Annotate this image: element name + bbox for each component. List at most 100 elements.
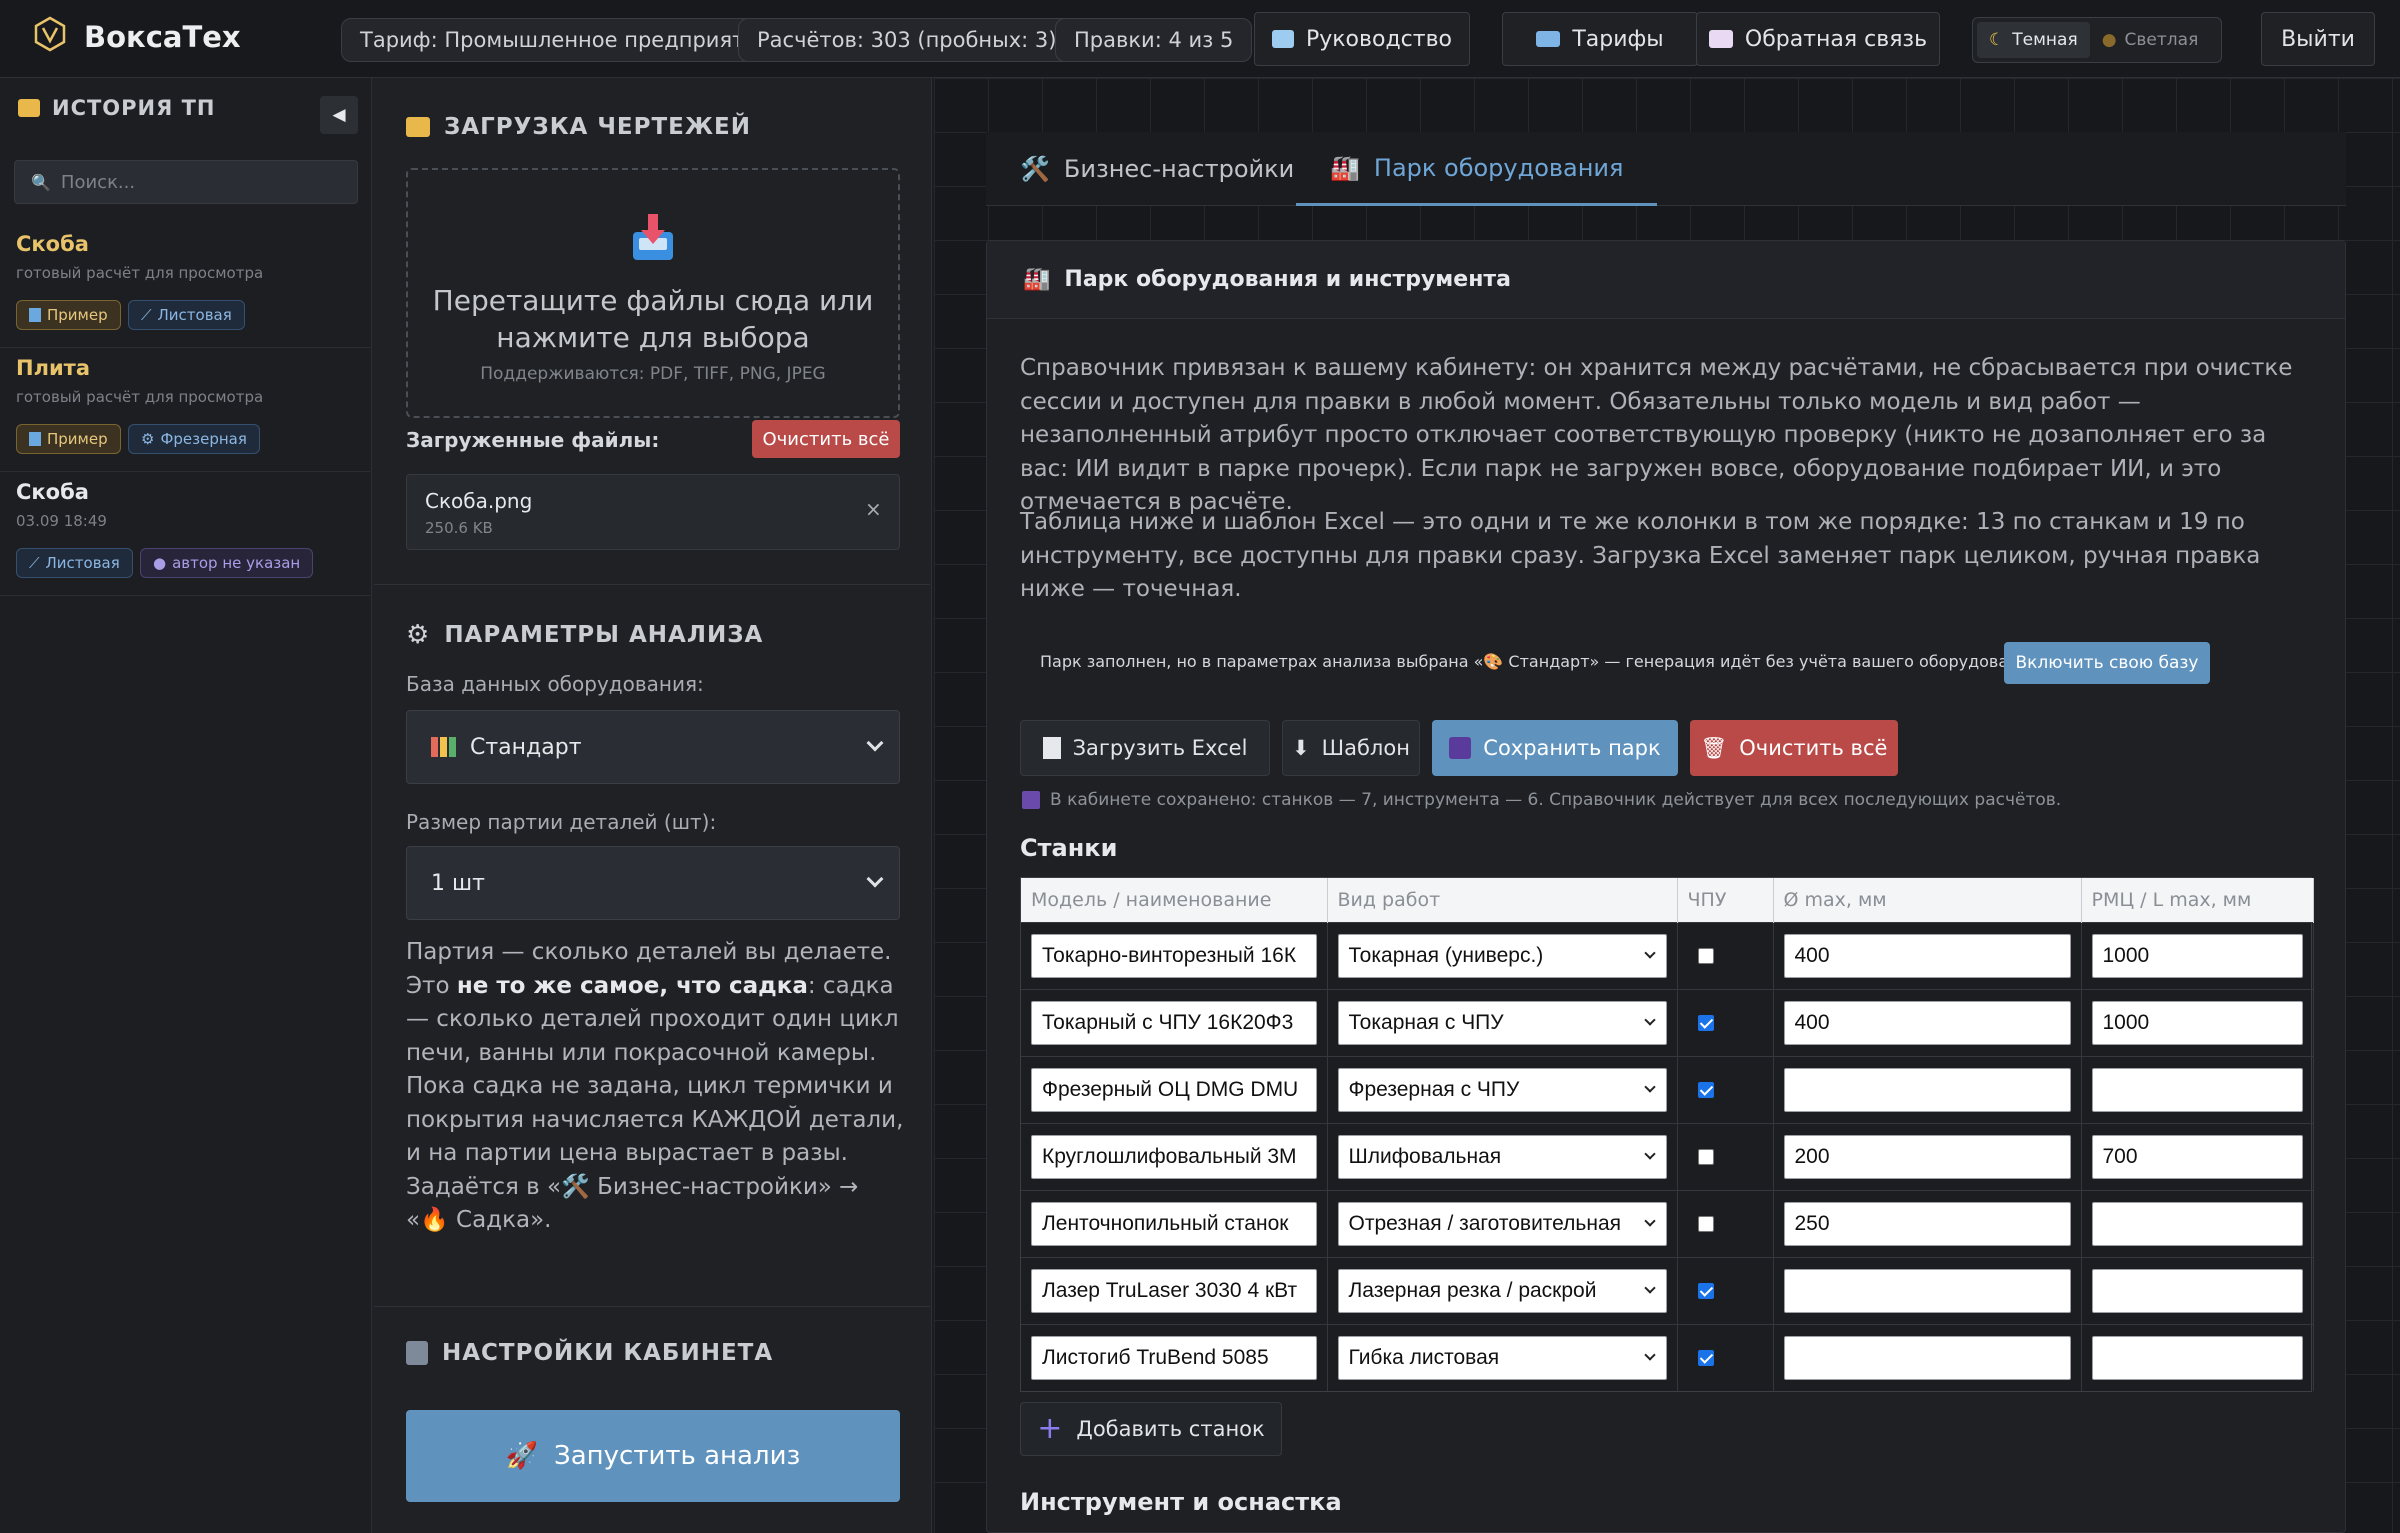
cnc-checkbox[interactable] <box>1697 947 1714 964</box>
feedback-button[interactable]: Обратная связь <box>1696 12 1940 66</box>
dmax-input[interactable] <box>1783 1335 2071 1380</box>
guide-button[interactable]: Руководство <box>1254 12 1470 66</box>
dmax-input[interactable] <box>1783 1268 2071 1313</box>
cnc-checkbox[interactable] <box>1697 1282 1714 1299</box>
clear-park-button[interactable]: 🗑 Очистить всё <box>1690 720 1898 776</box>
template-button[interactable]: ⬇ Шаблон <box>1282 720 1420 776</box>
author-tag: ● автор не указан <box>140 548 314 578</box>
chevron-down-icon <box>1643 1349 1656 1361</box>
chevron-down-icon <box>1643 1147 1656 1160</box>
work-type-select[interactable]: Лазерная резка / раскрой <box>1337 1268 1667 1313</box>
work-type-select[interactable]: Фрезерная с ЧПУ <box>1337 1067 1667 1112</box>
table-header: Модель / наименование Вид работ ЧПУ Ø ma… <box>1021 878 2314 922</box>
work-type-select[interactable]: Гибка листовая <box>1337 1335 1667 1380</box>
dropzone-text: Перетащите файлы сюда или нажмите для вы… <box>432 284 874 354</box>
col-dmax: Ø max, мм <box>1773 878 2082 922</box>
logout-button[interactable]: Выйти <box>2261 12 2375 66</box>
uploaded-file: Скоба.png 250.6 KB × <box>406 474 900 550</box>
theme-light-option[interactable]: ● Светлая <box>2090 22 2211 58</box>
chevron-down-icon <box>866 734 884 752</box>
uploaded-files-label: Загруженные файлы: <box>406 428 660 452</box>
history-item[interactable]: Скоба 03.09 18:49 ⟋ Листовая ● автор не … <box>0 472 370 596</box>
batch-label: Размер партии деталей (шт): <box>406 810 717 834</box>
model-input[interactable]: Токарно-винторезный 16К <box>1031 933 1317 978</box>
user-icon: ● <box>153 554 167 572</box>
lmax-input[interactable]: 700 <box>2091 1134 2303 1179</box>
cnc-checkbox[interactable] <box>1697 1215 1714 1232</box>
model-input[interactable]: Фрезерный ОЦ DMG DMU <box>1031 1067 1317 1112</box>
history-item-subtitle: готовый расчёт для просмотра <box>16 264 264 282</box>
tab-business-settings[interactable]: 🛠️ Бизнес-настройки <box>986 132 1328 206</box>
lmax-input[interactable] <box>2091 1335 2303 1380</box>
tariff-badge: Тариф: Промышленное предприятие <box>341 18 790 62</box>
cnc-checkbox[interactable] <box>1697 1081 1714 1098</box>
table-row: Круглошлифовальный 3М Шлифовальная 200 7… <box>1021 1122 2314 1190</box>
work-type-select[interactable]: Токарная (универс.) <box>1337 933 1667 978</box>
cnc-checkbox[interactable] <box>1697 1349 1714 1366</box>
params-section-title: ⚙ ПАРАМЕТРЫ АНАЛИЗА <box>406 620 764 650</box>
upload-section-title: ЗАГРУЗКА ЧЕРТЕЖЕЙ <box>406 114 751 140</box>
batch-help-text: Партия — сколько деталей вы делаете. Это… <box>406 939 904 1233</box>
model-input[interactable]: Ленточнопильный станок <box>1031 1201 1317 1246</box>
tab-equipment-park[interactable]: 🏭 Парк оборудования <box>1296 132 1658 206</box>
standard-db-notice: Парк заполнен, но в параметрах анализа в… <box>1040 652 2044 671</box>
tariffs-button[interactable]: Тарифы <box>1502 12 1698 66</box>
enable-own-db-button[interactable]: Включить свою базу <box>2004 642 2210 684</box>
supported-formats: Поддерживаются: PDF, TIFF, PNG, JPEG <box>480 364 826 384</box>
type-tag: ⟋ Листовая <box>16 548 133 578</box>
dmax-input[interactable]: 400 <box>1783 1000 2071 1045</box>
file-dropzone[interactable]: Перетащите файлы сюда или нажмите для вы… <box>406 168 900 418</box>
equipment-db-select[interactable]: Стандарт <box>406 710 900 784</box>
sheet-icon: ⟋ <box>29 554 40 572</box>
col-work: Вид работ <box>1327 878 1678 922</box>
model-input[interactable]: Лазер TruLaser 3030 4 кВт <box>1031 1268 1317 1313</box>
history-search-input[interactable]: 🔍 Поиск... <box>14 160 358 204</box>
lmax-input[interactable] <box>2091 1201 2303 1246</box>
lmax-input[interactable] <box>2091 1268 2303 1313</box>
work-type-select[interactable]: Шлифовальная <box>1337 1134 1667 1179</box>
table-row: Фрезерный ОЦ DMG DMU Фрезерная с ЧПУ <box>1021 1055 2314 1123</box>
floppy-icon <box>1022 791 1040 809</box>
batch-size-select[interactable]: 1 шт <box>406 846 900 920</box>
dmax-input[interactable]: 250 <box>1783 1201 2071 1246</box>
db-label: База данных оборудования: <box>406 672 704 696</box>
clear-files-button[interactable]: Очистить всё <box>752 420 900 458</box>
dmax-input[interactable] <box>1783 1067 2071 1112</box>
remove-file-icon[interactable]: × <box>865 497 882 521</box>
lmax-input[interactable]: 1000 <box>2091 1000 2303 1045</box>
dmax-input[interactable]: 200 <box>1783 1134 2071 1179</box>
model-input[interactable]: Круглошлифовальный 3М <box>1031 1134 1317 1179</box>
calcs-badge: Расчётов: 303 (пробных: 3) <box>738 18 1076 62</box>
lmax-input[interactable]: 1000 <box>2091 933 2303 978</box>
add-machine-button[interactable]: + Добавить станок <box>1020 1402 1282 1456</box>
dmax-input[interactable]: 400 <box>1783 933 2071 978</box>
work-type-select[interactable]: Отрезная / заготовительная <box>1337 1201 1667 1246</box>
work-type-select[interactable]: Токарная с ЧПУ <box>1337 1000 1667 1045</box>
model-input[interactable]: Листогиб TruBend 5085 <box>1031 1335 1317 1380</box>
file-size: 250.6 KB <box>425 519 493 537</box>
run-analysis-button[interactable]: 🚀 Запустить анализ <box>406 1410 900 1502</box>
model-input[interactable]: Токарный с ЧПУ 16К20Ф3 <box>1031 1000 1317 1045</box>
trash-icon: 🗑 <box>1700 735 1728 760</box>
search-icon: 🔍 <box>31 172 51 192</box>
sheet-icon: ⟋ <box>141 306 152 324</box>
chevron-down-icon <box>1643 946 1656 959</box>
upload-excel-button[interactable]: Загрузить Excel <box>1020 720 1270 776</box>
save-park-button[interactable]: Сохранить парк <box>1432 720 1678 776</box>
cabinet-section-title: НАСТРОЙКИ КАБИНЕТА <box>406 1340 773 1366</box>
history-item[interactable]: Плита готовый расчёт для просмотра Приме… <box>0 348 370 472</box>
card-icon <box>1536 31 1561 47</box>
theme-dark-option[interactable]: ☾ Темная <box>1977 22 2090 58</box>
panel-description: Справочник привязан к вашему кабинету: о… <box>1020 355 2293 515</box>
chevron-down-icon <box>1643 1281 1656 1294</box>
folder-icon <box>406 117 430 137</box>
sun-icon: ● <box>2101 30 2117 50</box>
cnc-checkbox[interactable] <box>1697 1148 1714 1165</box>
lmax-input[interactable] <box>2091 1067 2303 1112</box>
history-item[interactable]: Скоба готовый расчёт для просмотра Приме… <box>0 224 370 348</box>
cnc-checkbox[interactable] <box>1697 1014 1714 1031</box>
sidebar-collapse-button[interactable]: ◀ <box>320 96 358 134</box>
history-item-title: Скоба <box>16 232 89 256</box>
chevron-down-icon <box>866 870 884 888</box>
tools-icon: 🛠️ <box>1020 155 1050 183</box>
